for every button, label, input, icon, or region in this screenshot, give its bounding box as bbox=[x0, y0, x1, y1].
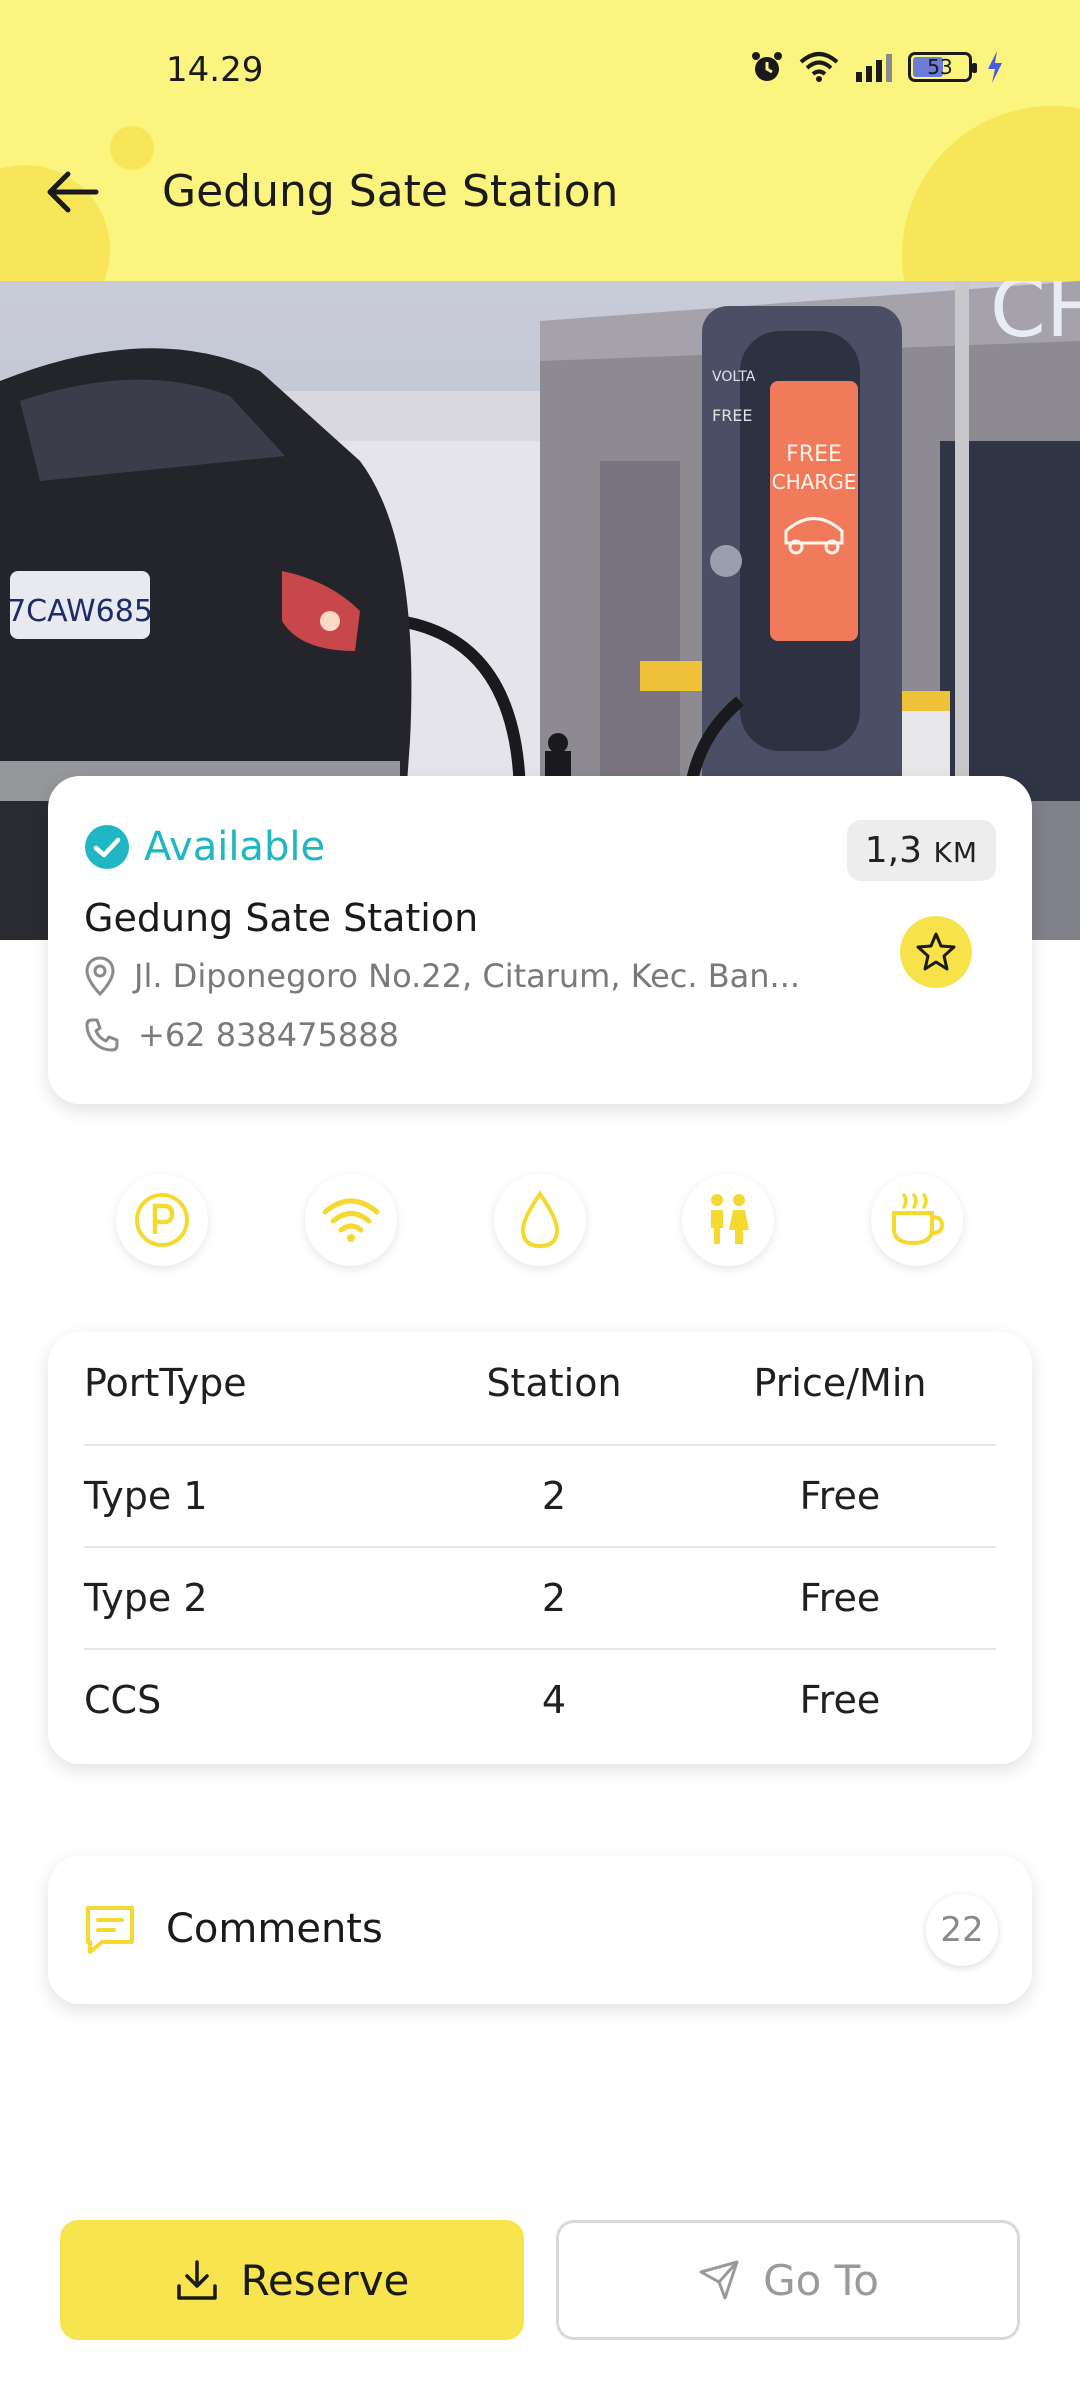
distance-unit: KM bbox=[933, 836, 978, 869]
location-pin-icon bbox=[85, 956, 115, 996]
station-address: Jl. Diponegoro No.22, Citarum, Kec. Ban.… bbox=[84, 956, 800, 996]
arrow-left-icon bbox=[47, 171, 99, 213]
wifi-status-icon bbox=[799, 52, 839, 82]
table-row: CCS 4 Free bbox=[84, 1648, 996, 1750]
charger-screen-line1: FREE bbox=[786, 442, 842, 467]
restroom-icon bbox=[711, 1194, 749, 1244]
amenity-cafe bbox=[871, 1174, 963, 1266]
charging-bolt-icon bbox=[988, 51, 1002, 83]
car-plate: 7CAW685 bbox=[7, 594, 153, 629]
station-count-cell: 2 bbox=[541, 1576, 567, 1620]
table-header-cell: Price/Min bbox=[753, 1361, 927, 1405]
wifi-icon bbox=[322, 1198, 380, 1242]
charger-label: FREE bbox=[712, 406, 753, 425]
station-count-cell: 4 bbox=[541, 1678, 567, 1722]
station-phone[interactable]: +62 838475888 bbox=[84, 1016, 399, 1054]
amenity-water bbox=[494, 1174, 586, 1266]
header-decoration bbox=[902, 106, 1080, 281]
comments-label: Comments bbox=[166, 1906, 383, 1952]
comments-count-badge: 22 bbox=[926, 1894, 998, 1966]
port-type-cell: CCS bbox=[84, 1678, 162, 1722]
favorite-button[interactable] bbox=[900, 916, 972, 988]
coffee-cup-icon bbox=[892, 1193, 945, 1246]
port-type-cell: Type 1 bbox=[84, 1474, 208, 1518]
star-icon bbox=[916, 932, 956, 971]
app-header: 14.29 53 Gedung Sate Station bbox=[0, 0, 1080, 281]
status-time: 14.29 bbox=[166, 50, 264, 90]
station-info-card: Available 1,3 KM Gedung Sate Station Jl.… bbox=[48, 776, 1032, 1104]
phone-text: +62 838475888 bbox=[138, 1016, 399, 1054]
check-circle-icon bbox=[85, 825, 129, 869]
table-header-cell: Station bbox=[486, 1361, 622, 1405]
battery-icon: 53 bbox=[908, 52, 977, 82]
port-types-table: PortType Station Price/Min Type 1 2 Free… bbox=[48, 1332, 1032, 1764]
port-type-cell: Type 2 bbox=[84, 1576, 208, 1620]
comments-row[interactable]: Comments 22 bbox=[48, 1856, 1032, 2004]
header-decoration bbox=[110, 126, 154, 170]
table-row: Type 2 2 Free bbox=[84, 1546, 996, 1648]
price-cell: Free bbox=[799, 1474, 881, 1518]
status-icons: 53 bbox=[750, 50, 1004, 84]
download-icon bbox=[176, 2260, 217, 2300]
charger-screen-line2: CHARGE bbox=[772, 470, 857, 494]
charger-brand: VOLTA bbox=[712, 369, 756, 385]
signal-icon bbox=[856, 54, 892, 82]
distance-value: 1,3 bbox=[864, 830, 923, 871]
address-text: Jl. Diponegoro No.22, Citarum, Kec. Ban.… bbox=[134, 957, 801, 995]
alarm-icon bbox=[752, 52, 782, 81]
amenity-parking bbox=[116, 1174, 208, 1266]
phone-icon bbox=[85, 1018, 119, 1052]
water-drop-icon bbox=[520, 1190, 560, 1249]
price-cell: Free bbox=[799, 1678, 881, 1722]
parking-icon bbox=[135, 1193, 189, 1247]
go-to-label: Go To bbox=[763, 2255, 879, 2305]
distance-badge: 1,3 KM bbox=[846, 820, 996, 881]
table-header-row: PortType Station Price/Min bbox=[84, 1332, 996, 1434]
comment-icon bbox=[86, 1906, 134, 1954]
amenity-wifi bbox=[305, 1174, 397, 1266]
page-title: Gedung Sate Station bbox=[162, 166, 619, 217]
amenity-restroom bbox=[682, 1174, 774, 1266]
availability-status: Available bbox=[144, 824, 326, 870]
table-row: Type 1 2 Free bbox=[84, 1444, 996, 1546]
go-to-button[interactable]: Go To bbox=[556, 2220, 1020, 2340]
battery-level: 53 bbox=[927, 55, 953, 79]
station-name: Gedung Sate Station bbox=[84, 896, 479, 940]
back-button[interactable] bbox=[40, 160, 104, 224]
navigation-arrow-icon bbox=[699, 2260, 739, 2300]
station-count-cell: 2 bbox=[541, 1474, 567, 1518]
price-cell: Free bbox=[799, 1576, 881, 1620]
reserve-button[interactable]: Reserve bbox=[60, 2220, 524, 2340]
reserve-label: Reserve bbox=[240, 2255, 410, 2305]
table-header-cell: PortType bbox=[84, 1361, 247, 1405]
svg-text:CH: CH bbox=[990, 281, 1080, 355]
availability: Available bbox=[84, 824, 325, 870]
